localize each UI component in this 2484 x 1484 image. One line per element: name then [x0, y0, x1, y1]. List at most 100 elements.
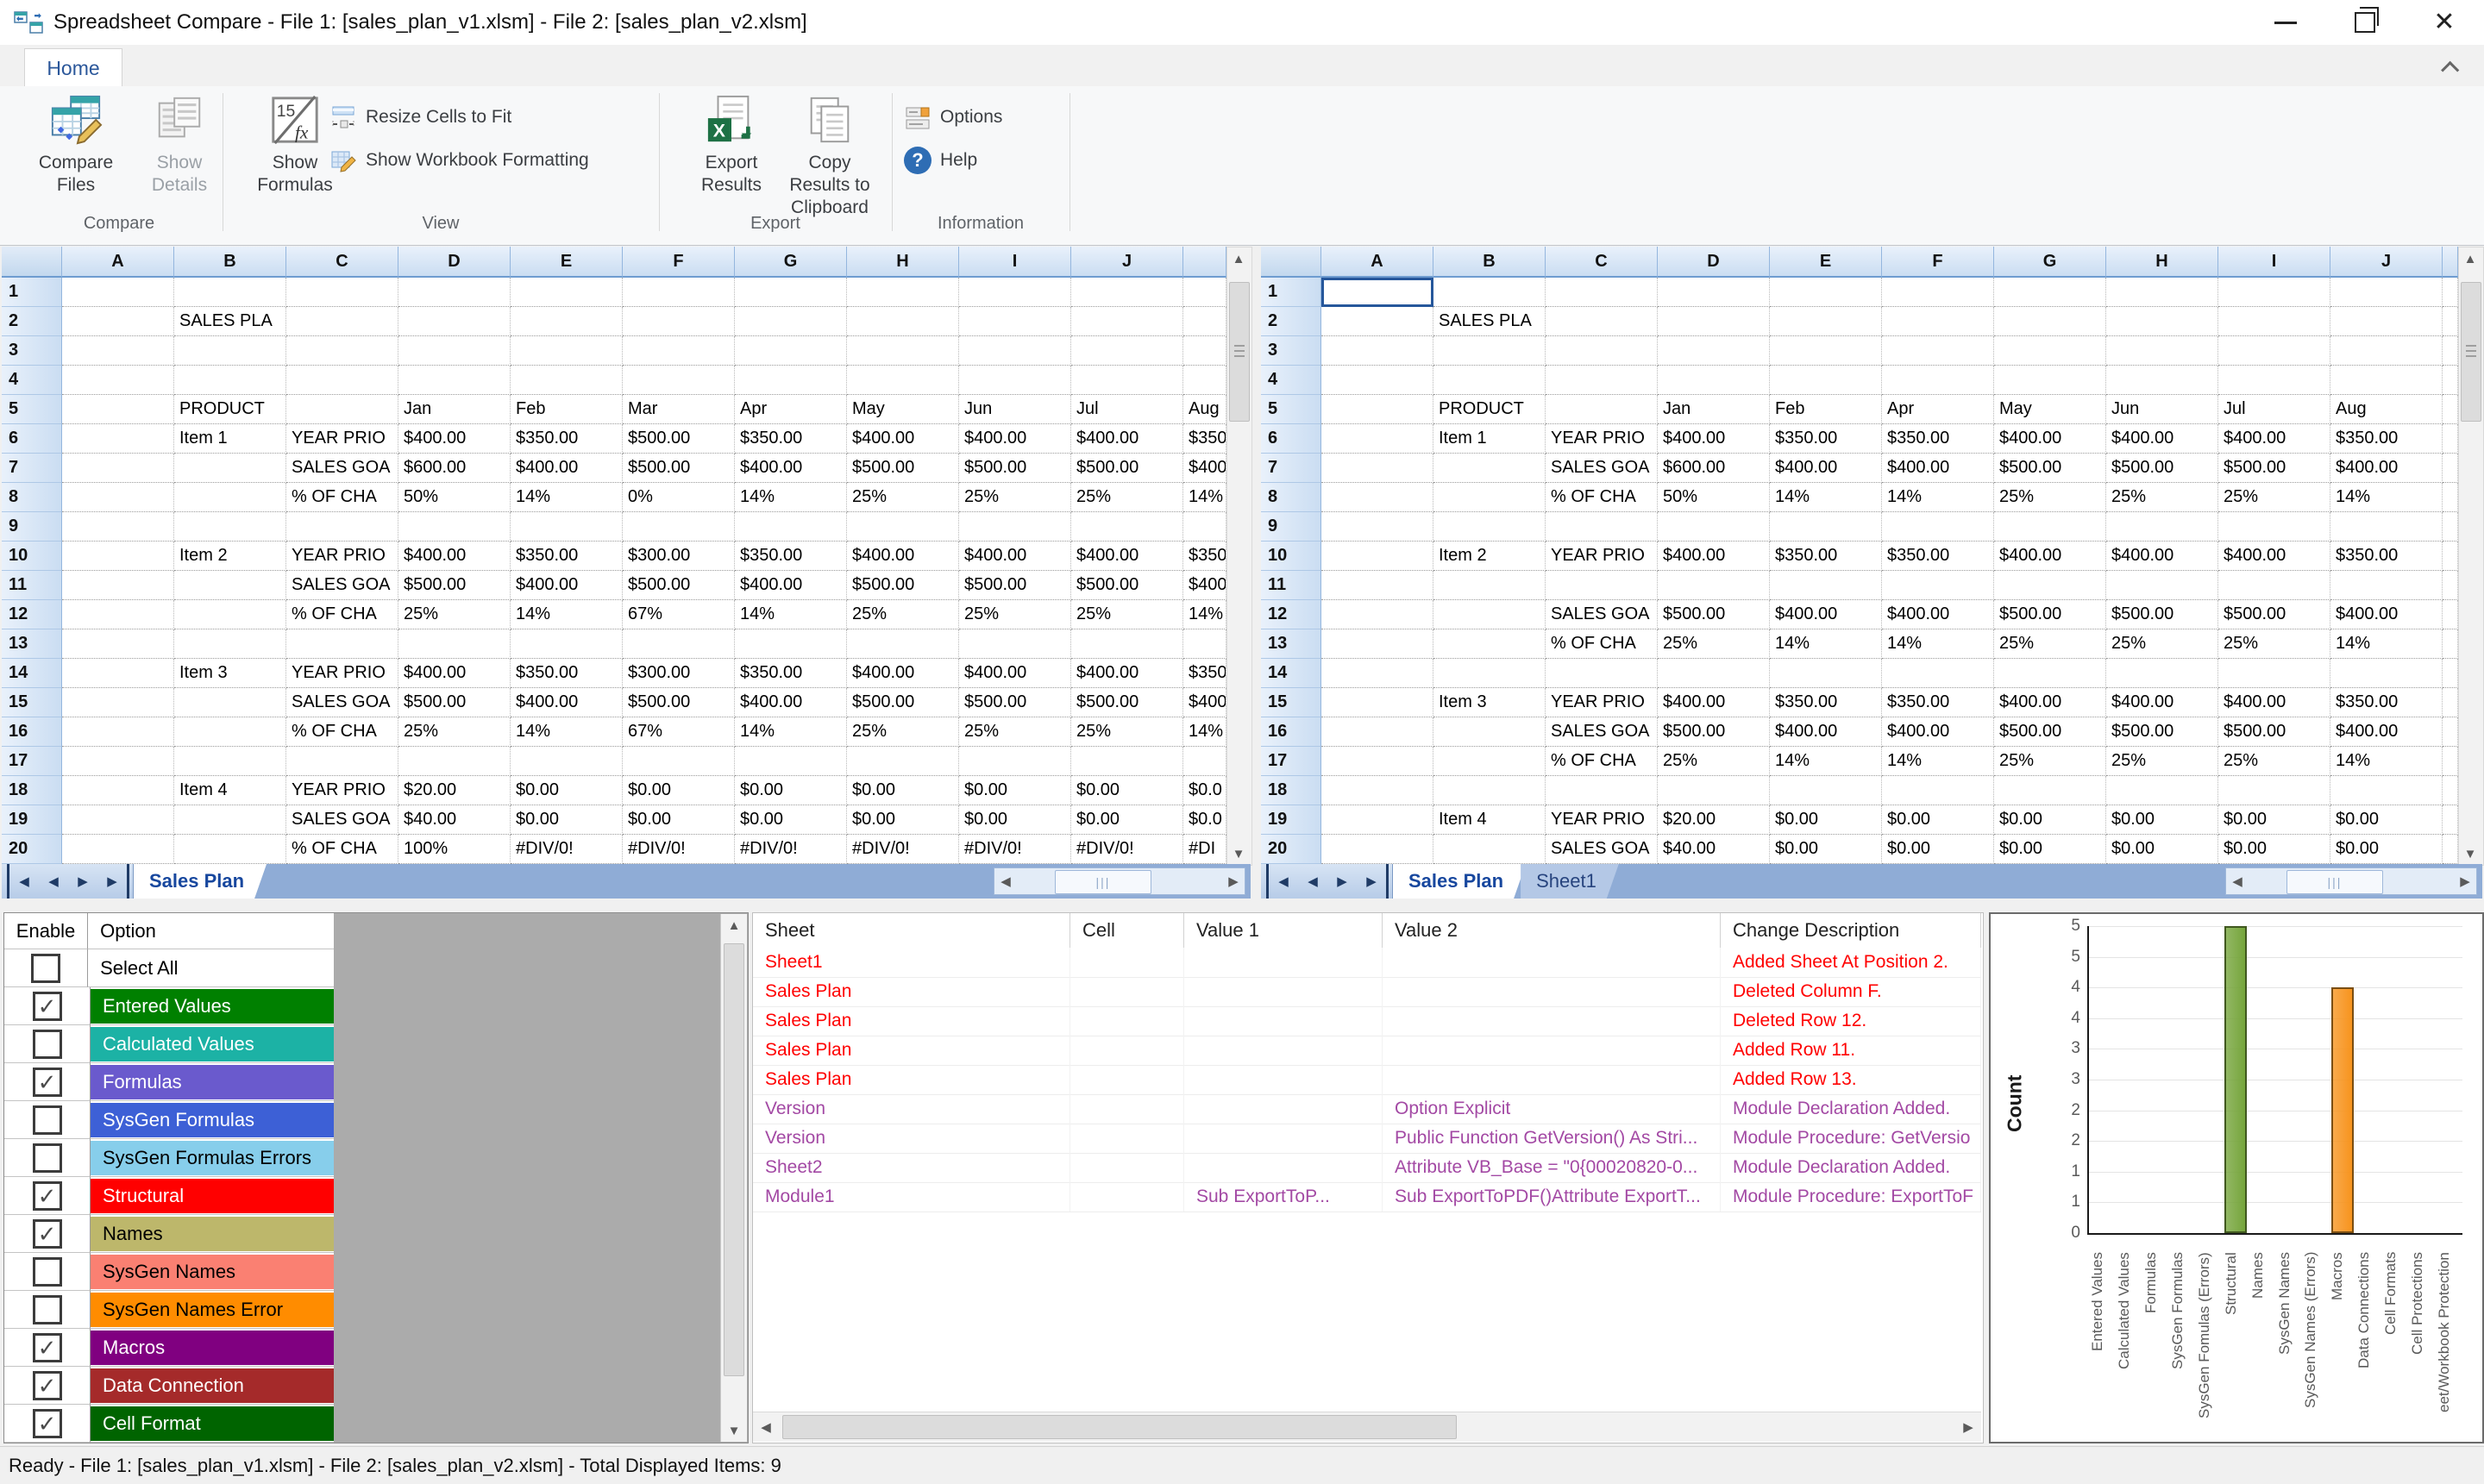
right-cell-D7[interactable]: $600.00 [1658, 454, 1770, 483]
right-cell-G5[interactable]: May [1994, 395, 2106, 424]
right-cell-J3[interactable] [2330, 336, 2443, 366]
left-cell-B8[interactable] [174, 483, 286, 512]
left-cell-B14[interactable]: Item 3 [174, 659, 286, 688]
left-cell-J1[interactable] [1071, 278, 1183, 307]
right-cell-G9[interactable] [1994, 512, 2106, 542]
right-cell-B13[interactable] [1433, 629, 1546, 659]
left-cell-J15[interactable]: $500.00 [1071, 688, 1183, 717]
right-cell-C4[interactable] [1546, 366, 1658, 395]
result-row-2[interactable]: Sales PlanDeleted Column F. [753, 977, 1981, 1007]
left-cell-J16[interactable]: 25% [1071, 717, 1183, 747]
results-header-value2[interactable]: Value 2 [1383, 913, 1721, 948]
first-sheet-icon[interactable]: ◀ [1266, 864, 1298, 899]
right-cell-H2[interactable] [2106, 307, 2218, 336]
scroll-left-icon[interactable]: ◀ [994, 870, 1017, 892]
right-cell-G12[interactable]: $500.00 [1994, 600, 2106, 629]
right-cell-C11[interactable] [1546, 571, 1658, 600]
right-cell-J18[interactable] [2330, 776, 2443, 805]
left-col-header-A[interactable]: A [62, 247, 174, 278]
left-cell-I6[interactable]: $400.00 [959, 424, 1071, 454]
right-cell-A5[interactable] [1321, 395, 1433, 424]
left-cell-C14[interactable]: YEAR PRIO [286, 659, 398, 688]
result-row-6[interactable]: VersionOption ExplicitModule Declaration… [753, 1094, 1981, 1124]
left-cell-G6[interactable]: $350.00 [735, 424, 847, 454]
left-hscroll-thumb[interactable]: ||| [1055, 870, 1151, 894]
left-cell-D14[interactable]: $400.00 [398, 659, 511, 688]
left-cell-C2[interactable] [286, 307, 398, 336]
option-label-cell-data-connection[interactable]: Data Connection [91, 1367, 334, 1405]
left-cell-E18[interactable]: $0.00 [511, 776, 623, 805]
result-row-8[interactable]: Sheet2Attribute VB_Base = "0{00020820-0.… [753, 1153, 1981, 1183]
left-cell-H20[interactable]: #DIV/0! [847, 835, 959, 864]
right-cell-B12[interactable] [1433, 600, 1546, 629]
left-cell-B5[interactable]: PRODUCT [174, 395, 286, 424]
left-cell-J20[interactable]: #DIV/0! [1071, 835, 1183, 864]
right-cell-D20[interactable]: $40.00 [1658, 835, 1770, 864]
right-col-header-B[interactable]: B [1433, 247, 1546, 278]
option-checkbox-sysgen-formulas-errors[interactable] [33, 1143, 62, 1173]
left-cell-H9[interactable] [847, 512, 959, 542]
left-cell-F15[interactable]: $500.00 [623, 688, 735, 717]
copy-results-button[interactable]: Copy Results to Clipboard [769, 90, 890, 210]
left-cell-D19[interactable]: $40.00 [398, 805, 511, 835]
right-vscroll-thumb[interactable] [2461, 282, 2481, 422]
right-cell-H14[interactable] [2106, 659, 2218, 688]
option-label-cell-macros[interactable]: Macros [91, 1329, 334, 1367]
options-vscroll-thumb[interactable] [724, 943, 744, 1376]
right-col-header-A[interactable]: A [1321, 247, 1433, 278]
right-row-header-7[interactable]: 7 [1261, 454, 1321, 483]
left-cell-D17[interactable] [398, 747, 511, 776]
right-cell-F20[interactable]: $0.00 [1882, 835, 1994, 864]
left-cell-I4[interactable] [959, 366, 1071, 395]
right-row-header-12[interactable]: 12 [1261, 600, 1321, 629]
left-cell-E7[interactable]: $400.00 [511, 454, 623, 483]
left-cell-J19[interactable]: $0.00 [1071, 805, 1183, 835]
right-row-header-11[interactable]: 11 [1261, 571, 1321, 600]
left-cell-A17[interactable] [62, 747, 174, 776]
right-cell-I16[interactable]: $500.00 [2218, 717, 2330, 747]
left-cell-D12[interactable]: 25% [398, 600, 511, 629]
right-cell-J7[interactable]: $400.00 [2330, 454, 2443, 483]
right-cell-A20[interactable] [1321, 835, 1433, 864]
right-cell-F2[interactable] [1882, 307, 1994, 336]
left-cell-A18[interactable] [62, 776, 174, 805]
left-cell-F9[interactable] [623, 512, 735, 542]
left-cell-F8[interactable]: 0% [623, 483, 735, 512]
right-cell-F9[interactable] [1882, 512, 1994, 542]
right-cell-A3[interactable] [1321, 336, 1433, 366]
right-cell-A9[interactable] [1321, 512, 1433, 542]
prev-sheet-icon[interactable]: ◀ [1298, 864, 1327, 899]
left-cell-J6[interactable]: $400.00 [1071, 424, 1183, 454]
scroll-right-icon[interactable]: ▶ [2454, 870, 2476, 892]
left-col-header-B[interactable]: B [174, 247, 286, 278]
right-cell-H18[interactable] [2106, 776, 2218, 805]
left-row-header-12[interactable]: 12 [2, 600, 62, 629]
right-cell-H5[interactable]: Jun [2106, 395, 2218, 424]
right-cell-H19[interactable]: $0.00 [2106, 805, 2218, 835]
left-cell-H13[interactable] [847, 629, 959, 659]
left-cell-C15[interactable]: SALES GOA [286, 688, 398, 717]
scroll-right-icon[interactable]: ▶ [1957, 1416, 1979, 1438]
left-cell-I15[interactable]: $500.00 [959, 688, 1071, 717]
left-cell-G16[interactable]: 14% [735, 717, 847, 747]
left-cell-H5[interactable]: May [847, 395, 959, 424]
right-cell-G7[interactable]: $500.00 [1994, 454, 2106, 483]
left-cell-F19[interactable]: $0.00 [623, 805, 735, 835]
scroll-up-icon[interactable]: ▲ [723, 914, 745, 936]
scroll-down-icon[interactable]: ▼ [723, 1419, 745, 1442]
right-cell-F18[interactable] [1882, 776, 1994, 805]
right-cell-I14[interactable] [2218, 659, 2330, 688]
left-cell-F3[interactable] [623, 336, 735, 366]
right-cell-J19[interactable]: $0.00 [2330, 805, 2443, 835]
left-cell-A4[interactable] [62, 366, 174, 395]
left-cell-H17[interactable] [847, 747, 959, 776]
left-col-header-E[interactable]: E [511, 247, 623, 278]
right-row-header-14[interactable]: 14 [1261, 659, 1321, 688]
left-cell-H18[interactable]: $0.00 [847, 776, 959, 805]
right-cell-I11[interactable] [2218, 571, 2330, 600]
left-cell-E10[interactable]: $350.00 [511, 542, 623, 571]
right-cell-J17[interactable]: 14% [2330, 747, 2443, 776]
left-cell-B2[interactable]: SALES PLA [174, 307, 286, 336]
right-cell-F10[interactable]: $350.00 [1882, 542, 1994, 571]
right-cell-J2[interactable] [2330, 307, 2443, 336]
